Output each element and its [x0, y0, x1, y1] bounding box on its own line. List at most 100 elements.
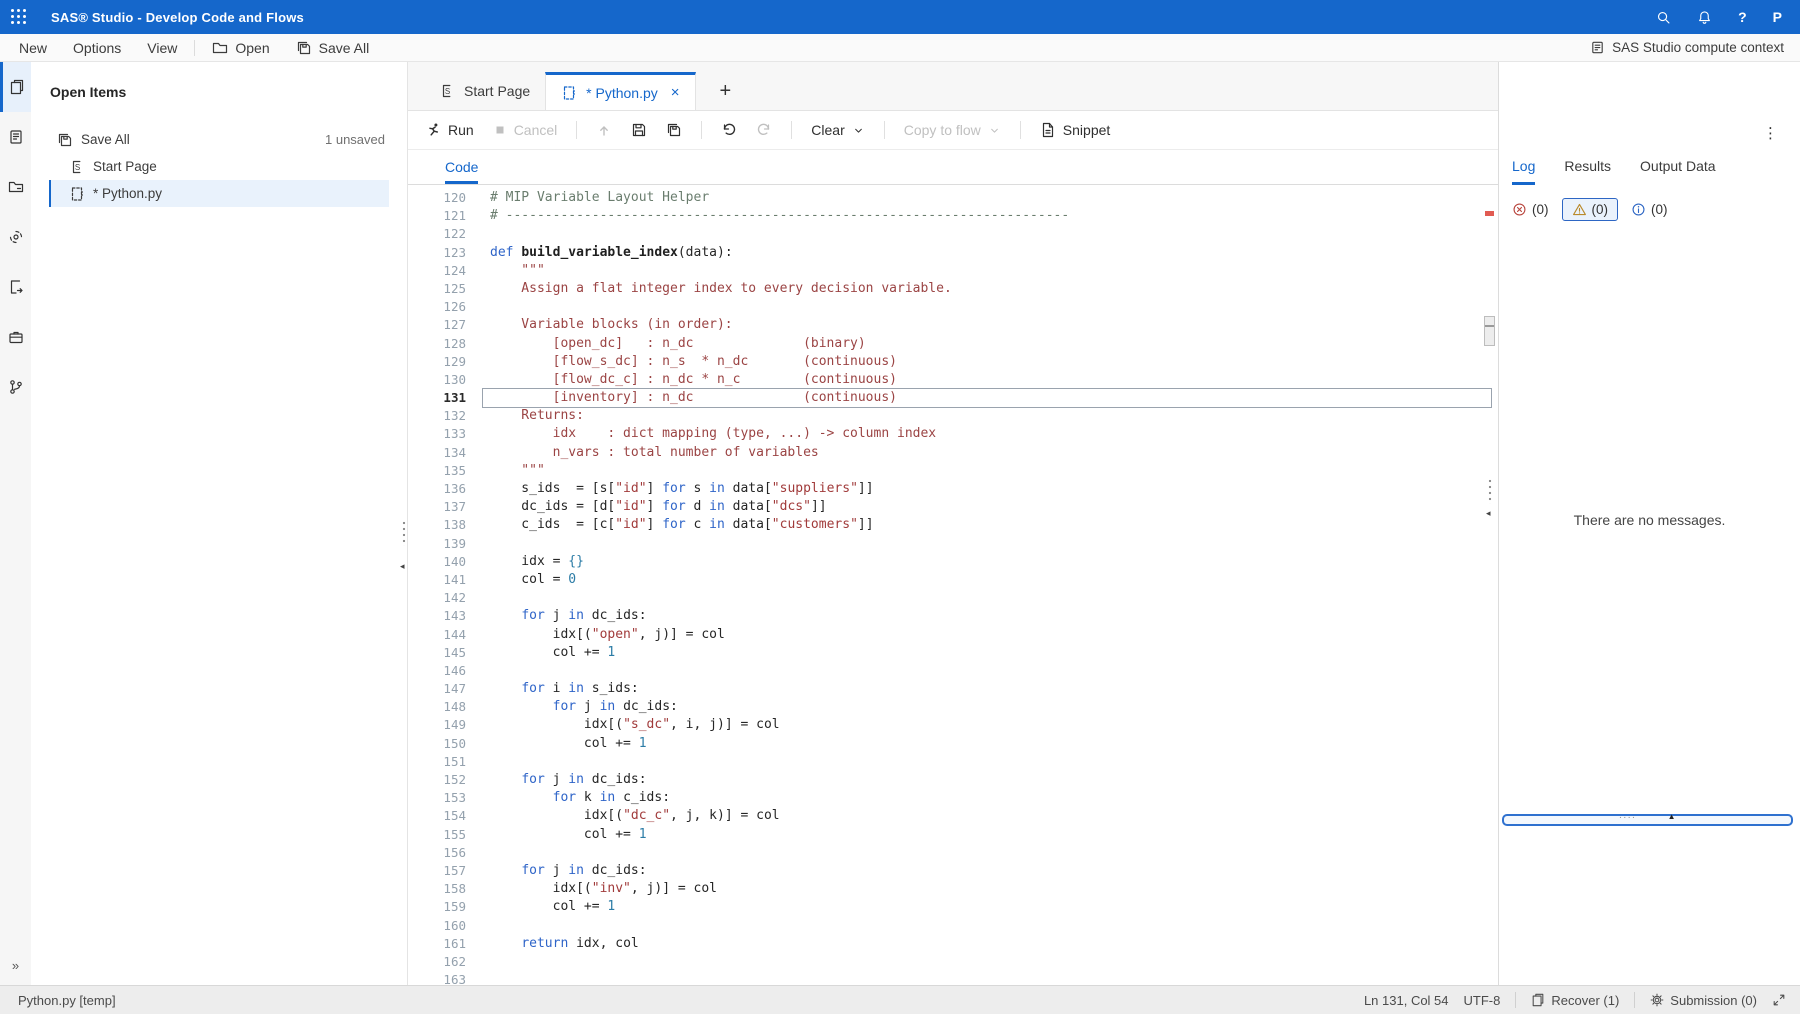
line-number: 138: [408, 516, 466, 534]
panel-collapse-arrow-icon[interactable]: ◂: [400, 562, 405, 571]
code-line: 155 col += 1: [408, 826, 1498, 844]
log-badge-notes[interactable]: (0): [1631, 202, 1668, 217]
menu-item-options[interactable]: Options: [60, 34, 134, 61]
app-title: SAS® Studio - Develop Code and Flows: [51, 10, 304, 25]
search-icon[interactable]: [1656, 10, 1671, 25]
rail-item-explorer[interactable]: [0, 162, 31, 212]
close-tab-icon[interactable]: ×: [671, 84, 680, 101]
open-item--python-py[interactable]: * Python.py: [49, 180, 389, 207]
tab--python-py[interactable]: * Python.py ×: [545, 72, 695, 110]
rail-item-snippets[interactable]: [0, 312, 31, 362]
app-launcher-icon[interactable]: [11, 9, 27, 25]
rail-expand-button[interactable]: »: [0, 958, 31, 973]
save-all-icon: [296, 40, 312, 56]
line-number: 159: [408, 898, 466, 916]
code-line: 144 idx[("open", j)] = col: [408, 626, 1498, 644]
menu-item-view[interactable]: View: [134, 34, 190, 61]
code-line: 141 col = 0: [408, 571, 1498, 589]
rail-item-open-items[interactable]: [0, 62, 31, 112]
cancel-button[interactable]: Cancel: [493, 122, 558, 138]
compute-context-label: SAS Studio compute context: [1612, 40, 1784, 55]
code-line: 147 for i in s_ids:: [408, 680, 1498, 698]
expand-icon[interactable]: [1772, 993, 1786, 1007]
recover-button[interactable]: Recover (1): [1531, 993, 1619, 1008]
new-tab-button[interactable]: +: [720, 81, 732, 101]
clear-button[interactable]: Clear: [811, 122, 864, 138]
tab-start-page[interactable]: SStart Page: [424, 72, 545, 110]
panel-overflow-menu-icon[interactable]: ⋮: [1763, 124, 1778, 142]
line-number: 162: [408, 953, 466, 971]
rail-item-file-shortcuts[interactable]: [0, 112, 31, 162]
submit-button[interactable]: [596, 122, 612, 138]
save-all-row[interactable]: Save All 1 unsaved: [49, 126, 389, 153]
run-button[interactable]: Run: [425, 122, 474, 138]
open-items-panel: Open Items Save All 1 unsaved SStart Pag…: [31, 62, 408, 985]
toolbar-separator: [701, 121, 702, 139]
code-line: 143 for j in dc_ids:: [408, 607, 1498, 625]
open-item-start-page[interactable]: SStart Page: [49, 153, 389, 180]
line-number: 147: [408, 680, 466, 698]
line-number: 132: [408, 407, 466, 425]
redo-button[interactable]: [756, 122, 772, 138]
rail-item-steps[interactable]: [0, 212, 31, 262]
sas-page-icon: S: [69, 159, 85, 175]
code-line: 158 idx[("inv", j)] = col: [408, 880, 1498, 898]
log-badge-warnings[interactable]: (0): [1562, 198, 1619, 221]
svg-text:S: S: [75, 162, 80, 171]
code-line: 124 """: [408, 262, 1498, 280]
log-panel-tab-log[interactable]: Log: [1512, 158, 1535, 185]
line-number: 139: [408, 535, 466, 553]
log-panel-tab-output-data[interactable]: Output Data: [1640, 158, 1716, 185]
log-collapse-arrow-icon[interactable]: ◂: [1486, 509, 1491, 518]
menu-item-open[interactable]: Open: [199, 34, 282, 61]
undo-button[interactable]: [721, 122, 737, 138]
log-badge-errors[interactable]: (0): [1512, 202, 1549, 217]
log-splitter-grip[interactable]: [1488, 478, 1492, 504]
code-line: 157 for j in dc_ids:: [408, 862, 1498, 880]
resize-arrow-icon: ▲: [1668, 813, 1676, 821]
line-number: 123: [408, 244, 466, 262]
save-all-icon: [666, 122, 682, 138]
log-panel-tab-results[interactable]: Results: [1564, 158, 1611, 185]
scrollbar-annotation-mark: [1485, 211, 1494, 216]
copy-to-flow-button[interactable]: Copy to flow: [904, 122, 1001, 138]
chevron-down-icon: [988, 124, 1001, 137]
toolbar-separator: [884, 121, 885, 139]
code-line: 162: [408, 953, 1498, 971]
code-line: 134 n_vars : total number of variables: [408, 444, 1498, 462]
code-line: 161 return idx, col: [408, 935, 1498, 953]
avatar[interactable]: P: [1773, 9, 1782, 25]
main-region: » Open Items Save All 1 unsaved SStart P…: [0, 62, 1800, 985]
notifications-bell-icon[interactable]: [1697, 10, 1712, 25]
save-all-button[interactable]: [666, 122, 682, 138]
code-line: 128 [open_dc] : n_dc (binary): [408, 335, 1498, 353]
panel-title: Open Items: [50, 84, 407, 100]
tab-code[interactable]: Code: [445, 159, 478, 184]
menu-item-save-all[interactable]: Save All: [283, 34, 383, 61]
rail-item-tasks[interactable]: [0, 262, 31, 312]
line-number: 155: [408, 826, 466, 844]
toolbar-separator: [576, 121, 577, 139]
rail-item-git[interactable]: [0, 362, 31, 412]
activity-rail: [0, 62, 32, 985]
stop-icon: [493, 123, 507, 137]
editor-toolbar: Run Cancel: [408, 111, 1498, 150]
code-line: 160: [408, 917, 1498, 935]
save-button[interactable]: [631, 122, 647, 138]
log-panel-resize-bar[interactable]: ···· ▲: [1502, 814, 1793, 826]
snippet-button[interactable]: Snippet: [1040, 122, 1110, 138]
line-number: 145: [408, 644, 466, 662]
submit-icon: [596, 122, 612, 138]
panel-splitter-grip[interactable]: [402, 520, 406, 546]
editor-scrollbar[interactable]: [1483, 185, 1495, 985]
code-editor[interactable]: 120 # MIP Variable Layout Helper 121 # -…: [408, 185, 1498, 985]
code-line: 151: [408, 753, 1498, 771]
scrollbar-thumb[interactable]: [1484, 316, 1495, 346]
submission-button[interactable]: Submission (0): [1650, 993, 1757, 1008]
redo-icon: [756, 122, 772, 138]
compute-context-button[interactable]: SAS Studio compute context: [1590, 40, 1784, 55]
help-button[interactable]: ?: [1738, 9, 1747, 25]
menu-item-new[interactable]: New: [6, 34, 60, 61]
compute-icon: [1590, 40, 1605, 55]
code-line: 125 Assign a flat integer index to every…: [408, 280, 1498, 298]
